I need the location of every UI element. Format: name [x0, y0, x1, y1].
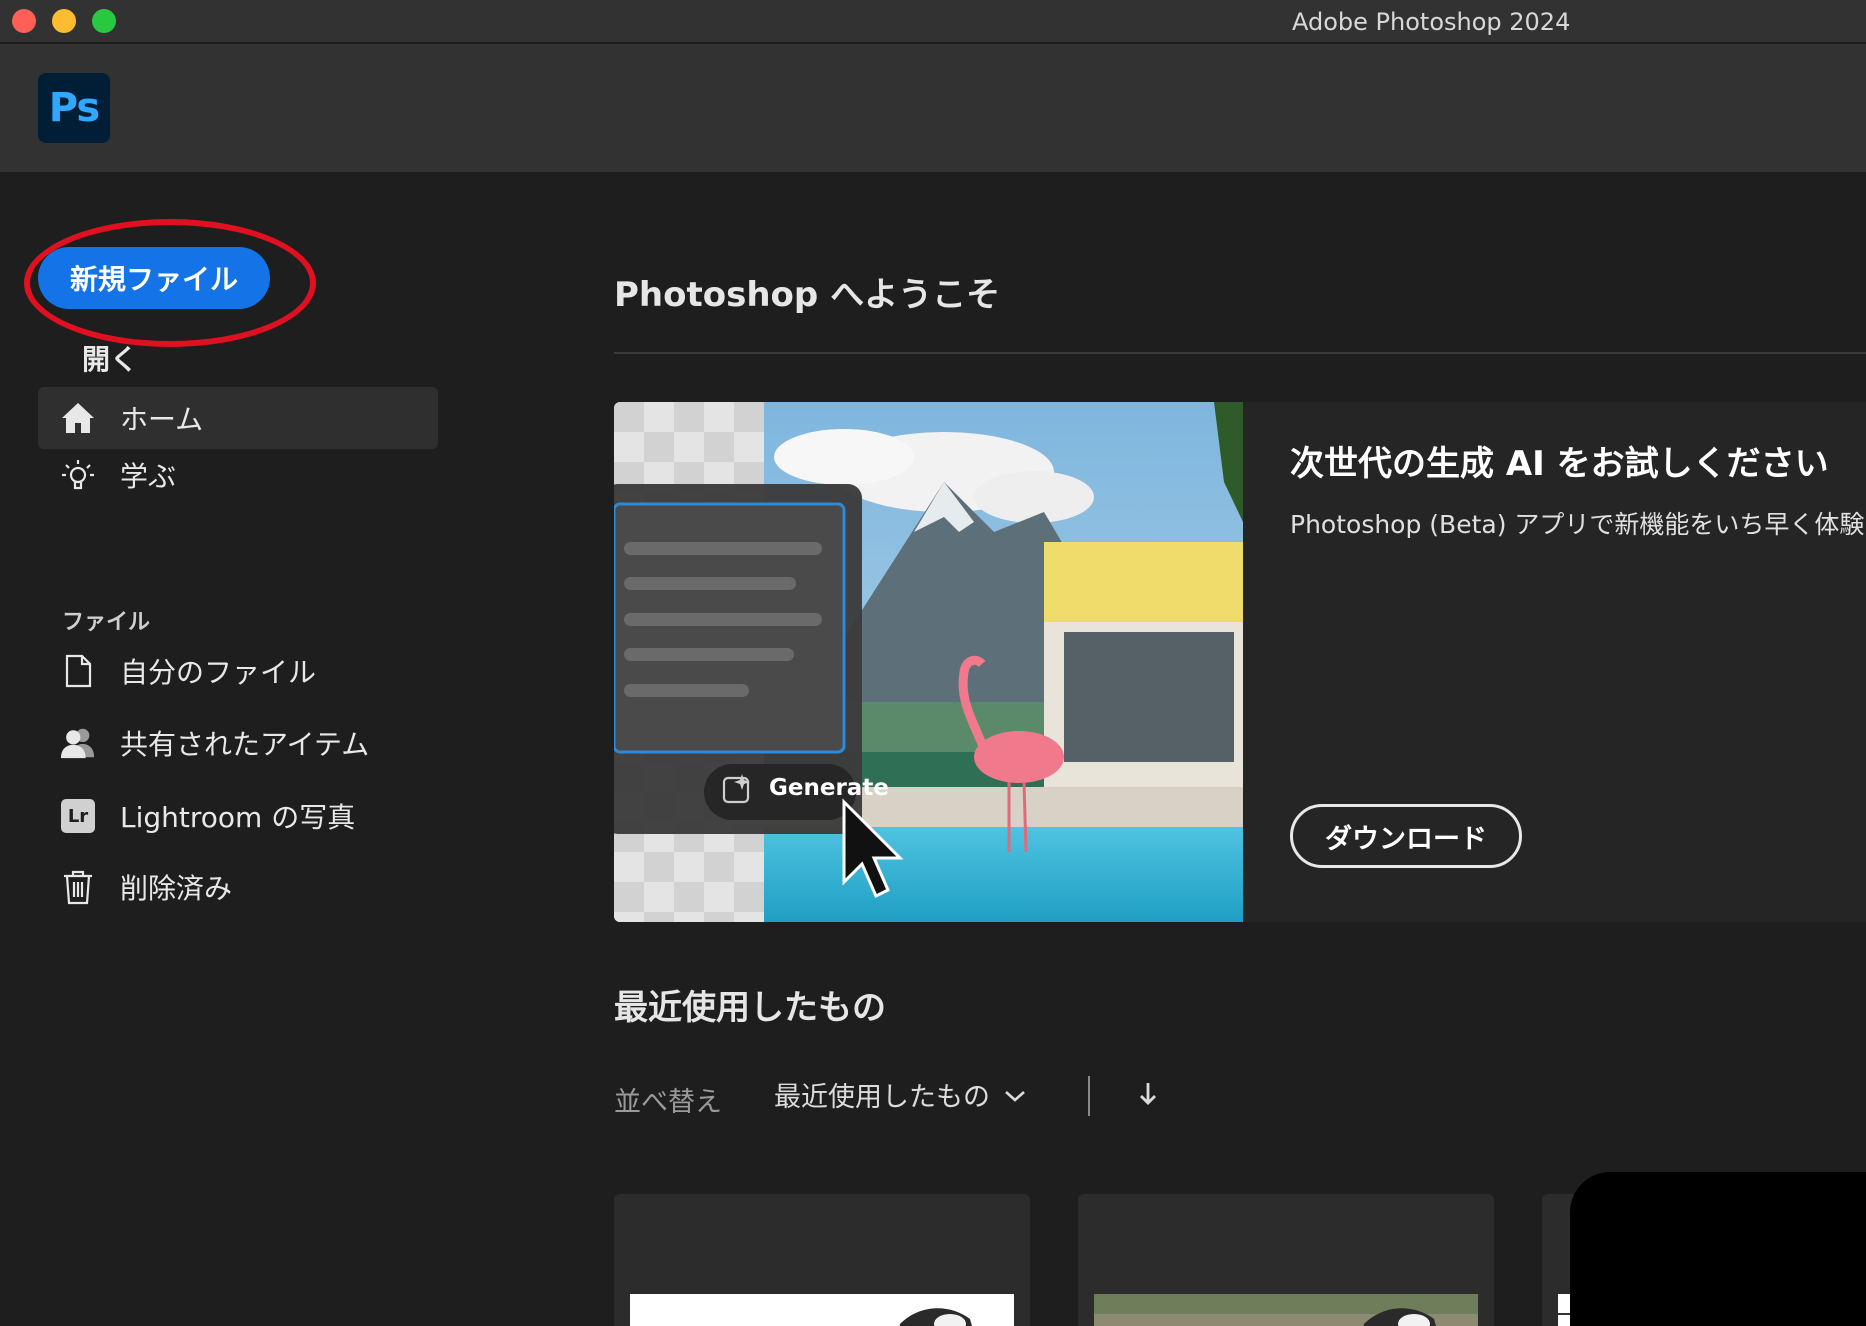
dark-overlay [1570, 1172, 1866, 1326]
sidebar-item-learn[interactable]: 学ぶ [38, 444, 438, 506]
app-header: Ps [0, 44, 1866, 172]
download-button[interactable]: ダウンロード [1290, 804, 1522, 868]
open-button[interactable]: 開く [82, 338, 138, 378]
photoshop-logo[interactable]: Ps [38, 73, 110, 143]
sort-value: 最近使用したもの [774, 1081, 990, 1113]
recent-file-card[interactable] [1078, 1194, 1494, 1326]
sort-separator [1088, 1076, 1090, 1116]
sidebar-item-my-files[interactable]: 自分のファイル [38, 640, 438, 702]
chevron-down-icon [1004, 1079, 1026, 1110]
page-title: Photoshop へようこそ [614, 275, 1001, 315]
sidebar-item-lightroom[interactable]: Lr Lightroom の写真 [38, 785, 438, 847]
new-file-button[interactable]: 新規ファイル [38, 247, 270, 309]
maximize-window-button[interactable] [92, 9, 116, 33]
sidebar-item-label: ホーム [120, 403, 204, 436]
sidebar-item-label: 削除済み [120, 872, 233, 905]
sidebar-item-label: 学ぶ [120, 460, 177, 493]
people-icon [60, 725, 96, 761]
sort-label: 並べ替え [614, 1087, 722, 1118]
sidebar-item-shared[interactable]: 共有されたアイテム [38, 712, 438, 774]
sidebar-item-label: Lightroom の写真 [120, 801, 356, 834]
trash-icon [60, 869, 96, 905]
close-window-button[interactable] [12, 9, 36, 33]
promo-text: 次世代の生成 AI をお試しください Photoshop (Beta) アプリで… [1290, 436, 1864, 541]
recent-file-card[interactable] [614, 1194, 1030, 1326]
main-content: Photoshop へようこそ Generate 次世代の生成 AI をお試しく… [460, 172, 1866, 1326]
files-section-label: ファイル [62, 610, 151, 635]
lightbulb-icon [60, 457, 96, 493]
file-thumbnail [630, 1294, 1014, 1326]
promo-subtitle: Photoshop (Beta) アプリで新機能をいち早く体験 [1290, 510, 1865, 539]
generate-label: Generate [769, 775, 889, 801]
home-icon [60, 400, 96, 436]
promo-image: Generate [614, 402, 1243, 922]
lightroom-icon: Lr [60, 798, 96, 834]
sidebar-item-label: 共有されたアイテム [120, 728, 370, 761]
arrow-down-icon [1138, 1081, 1158, 1111]
main-divider [614, 352, 1866, 354]
sidebar-item-label: 自分のファイル [120, 656, 317, 689]
promo-banner: Generate 次世代の生成 AI をお試しください Photoshop (B… [614, 402, 1866, 922]
document-icon [60, 653, 96, 689]
promo-title: 次世代の生成 AI をお試しください [1290, 444, 1829, 484]
sidebar: 新規ファイル 開く ホーム 学ぶ ファイル 自分のファイル 共有されたアイテム … [0, 172, 460, 1326]
sidebar-item-deleted[interactable]: 削除済み [38, 856, 438, 918]
minimize-window-button[interactable] [52, 9, 76, 33]
window-title: Adobe Photoshop 2024 [1292, 8, 1571, 36]
sidebar-item-home[interactable]: ホーム [38, 387, 438, 449]
recent-title: 最近使用したもの [614, 988, 886, 1028]
lightroom-badge: Lr [61, 799, 95, 833]
sort-direction-button[interactable] [1128, 1076, 1168, 1116]
file-thumbnail [1094, 1294, 1478, 1326]
title-bar: Adobe Photoshop 2024 [0, 0, 1866, 43]
sort-dropdown[interactable]: 最近使用したもの [774, 1072, 1026, 1116]
